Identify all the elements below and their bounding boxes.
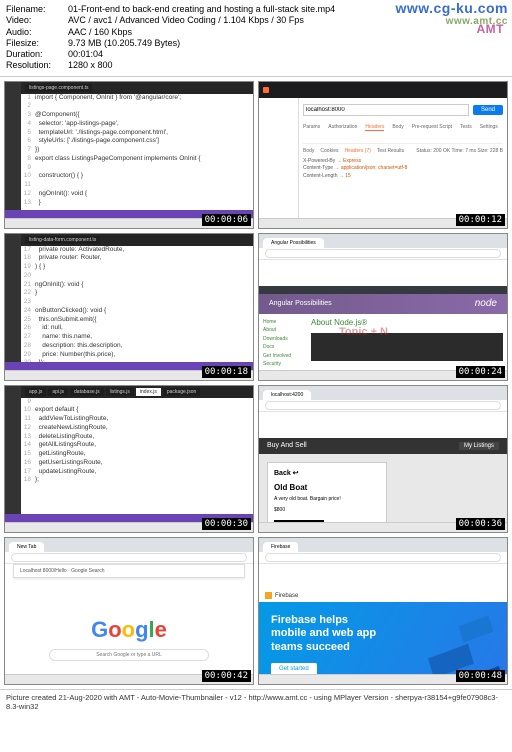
- node-navbar: [259, 286, 507, 294]
- vscode-tab[interactable]: listing-data-form.component.ts: [25, 236, 100, 244]
- thumbnail-6: localhost:4200 Buy And Sell My Listings …: [258, 385, 508, 533]
- video-value: AVC / avc1 / Advanced Video Coding / 1.1…: [68, 15, 304, 26]
- timestamp: 00:00:36: [456, 518, 505, 530]
- vscode-tab-bar: listings-page.component.ts: [21, 82, 253, 94]
- brand-label: Buy And Sell: [267, 442, 307, 449]
- browser-url-input[interactable]: [265, 553, 501, 562]
- timestamp: 00:00:48: [456, 670, 505, 682]
- postman-url-input[interactable]: [303, 104, 469, 116]
- listing-title: Old Boat: [274, 483, 380, 492]
- audio-value: AAC / 160 Kbps: [68, 27, 132, 38]
- browser-address-bar: [259, 248, 507, 260]
- timestamp: 00:00:18: [202, 366, 251, 378]
- firebase-topbar: Firebase: [259, 590, 507, 602]
- postman-url-bar: Send: [303, 104, 503, 116]
- resolution-label: Resolution:: [6, 60, 68, 71]
- browser-window: Firebase Firebase Firebase helps mobile …: [259, 538, 507, 674]
- filesize-value: 9.73 MB (10.205.749 Bytes): [68, 38, 180, 49]
- firebase-logo-icon: [265, 592, 272, 599]
- audio-label: Audio:: [6, 27, 68, 38]
- app-navbar: Buy And Sell My Listings: [259, 438, 507, 454]
- back-link[interactable]: Back ↩: [274, 469, 380, 477]
- browser-address-bar: [259, 552, 507, 564]
- vscode-editor: 910export default {11 addViewToListingRo…: [21, 398, 253, 514]
- node-logo: node: [475, 298, 497, 309]
- postman-body: Send ParamsAuthorizationHeadersBodyPre-r…: [259, 98, 507, 218]
- watermark: www.cg-ku.com AMT www.amt.cc: [395, 0, 508, 28]
- browser-address-bar: [5, 552, 253, 564]
- browser-url-input[interactable]: [265, 401, 501, 410]
- timestamp: 00:00:12: [456, 214, 505, 226]
- vscode-tab-bar: app.jsapi.jsdatabase.jslistings.jsindex.…: [21, 386, 253, 398]
- google-logo: Google: [91, 617, 167, 643]
- thumbnail-4: Angular Possibilities Angular Possibilit…: [258, 233, 508, 381]
- postman-main: Send ParamsAuthorizationHeadersBodyPre-r…: [299, 98, 507, 218]
- thumbnail-7: New Tab Localhost 8000/Hello · Google Se…: [4, 537, 254, 685]
- send-button[interactable]: Send: [473, 105, 503, 115]
- filename-value: 01-Front-end to back-end creating and ho…: [68, 4, 335, 15]
- vscode-activity-bar: [5, 234, 21, 370]
- listing-desc: A very old boat. Bargain price!: [274, 496, 380, 503]
- browser-tab[interactable]: Firebase: [263, 542, 298, 552]
- thumbnail-1: listings-page.component.ts 1import { Com…: [4, 81, 254, 229]
- browser-url-input[interactable]: [265, 249, 501, 258]
- postman-logo-icon: [263, 87, 269, 93]
- postman-response: BodyCookiesHeaders (7)Test Results Statu…: [303, 143, 503, 181]
- hero-banner: Angular Possibilities node: [259, 294, 507, 314]
- resolution-value: 1280 x 800: [68, 60, 113, 71]
- firebase-tagline: Firebase helps mobile and web app teams …: [271, 614, 377, 655]
- footer-credits: Picture created 21-Aug-2020 with AMT - A…: [0, 689, 512, 714]
- vscode-editor: 17 private route: ActivatedRoute,18 priv…: [21, 246, 253, 362]
- browser-tab-strip: Angular Possibilities: [259, 234, 507, 248]
- tonic-watermark: Tonic + N: [339, 326, 388, 338]
- browser-window: New Tab Localhost 8000/Hello · Google Se…: [5, 538, 253, 674]
- video-label: Video:: [6, 15, 68, 26]
- browser-tab-strip: New Tab: [5, 538, 253, 552]
- browser-address-bar: [259, 400, 507, 412]
- browser-window: localhost:4200 Buy And Sell My Listings …: [259, 386, 507, 522]
- omnibox-suggestion[interactable]: Localhost 8000/Hello · Google Search: [13, 564, 245, 578]
- timestamp: 00:00:30: [202, 518, 251, 530]
- browser-window: Angular Possibilities Angular Possibilit…: [259, 234, 507, 370]
- browser-tab[interactable]: localhost:4200: [263, 390, 311, 400]
- watermark-url: www.cg-ku.com: [395, 0, 508, 16]
- amt-watermark: AMT: [477, 22, 505, 37]
- thumbnail-5: app.jsapi.jsdatabase.jslistings.jsindex.…: [4, 385, 254, 533]
- browser-tab-strip: Firebase: [259, 538, 507, 552]
- browser-tab-strip: localhost:4200: [259, 386, 507, 400]
- postman-status: Status: 200 OK Time: 7 ms Size: 228 B: [416, 148, 503, 154]
- listing-price: $800: [274, 507, 380, 514]
- thumbnail-3: listing-data-form.component.ts 17 privat…: [4, 233, 254, 381]
- thumbnail-2: Send ParamsAuthorizationHeadersBodyPre-r…: [258, 81, 508, 229]
- timestamp: 00:00:42: [202, 670, 251, 682]
- timestamp: 00:00:06: [202, 214, 251, 226]
- file-info-header: www.cg-ku.com AMT www.amt.cc Filename:01…: [0, 0, 512, 77]
- thumbnail-grid: listings-page.component.ts 1import { Com…: [0, 77, 512, 689]
- filename-label: Filename:: [6, 4, 68, 15]
- postman-headers-list: X-Powered-By → ExpressContent-Type → app…: [303, 158, 503, 181]
- vscode-tab[interactable]: listings-page.component.ts: [25, 84, 92, 92]
- firebase-hero: Firebase helps mobile and web app teams …: [259, 602, 389, 685]
- browser-tab[interactable]: New Tab: [9, 542, 44, 552]
- vscode-editor: 1import { Component, OnInit } from '@ang…: [21, 94, 253, 210]
- timestamp: 00:00:24: [456, 366, 505, 378]
- vscode-tab-bar: listing-data-form.component.ts: [21, 234, 253, 246]
- thumbnail-8: Firebase Firebase Firebase helps mobile …: [258, 537, 508, 685]
- hero-text: Angular Possibilities: [269, 300, 332, 307]
- google-search-input[interactable]: [49, 649, 209, 661]
- vscode-activity-bar: [5, 82, 21, 218]
- duration-label: Duration:: [6, 49, 68, 60]
- browser-tab[interactable]: Angular Possibilities: [263, 238, 324, 248]
- my-listings-button[interactable]: My Listings: [459, 442, 499, 450]
- filesize-label: Filesize:: [6, 38, 68, 49]
- browser-url-input[interactable]: [11, 553, 247, 562]
- postman-header: [259, 82, 507, 98]
- postman-sidebar: [259, 98, 299, 218]
- postman-request-tabs: ParamsAuthorizationHeadersBodyPre-reques…: [303, 124, 503, 131]
- firebase-brand: Firebase: [275, 593, 298, 599]
- duration-value: 00:01:04: [68, 49, 103, 60]
- vscode-activity-bar: [5, 386, 21, 522]
